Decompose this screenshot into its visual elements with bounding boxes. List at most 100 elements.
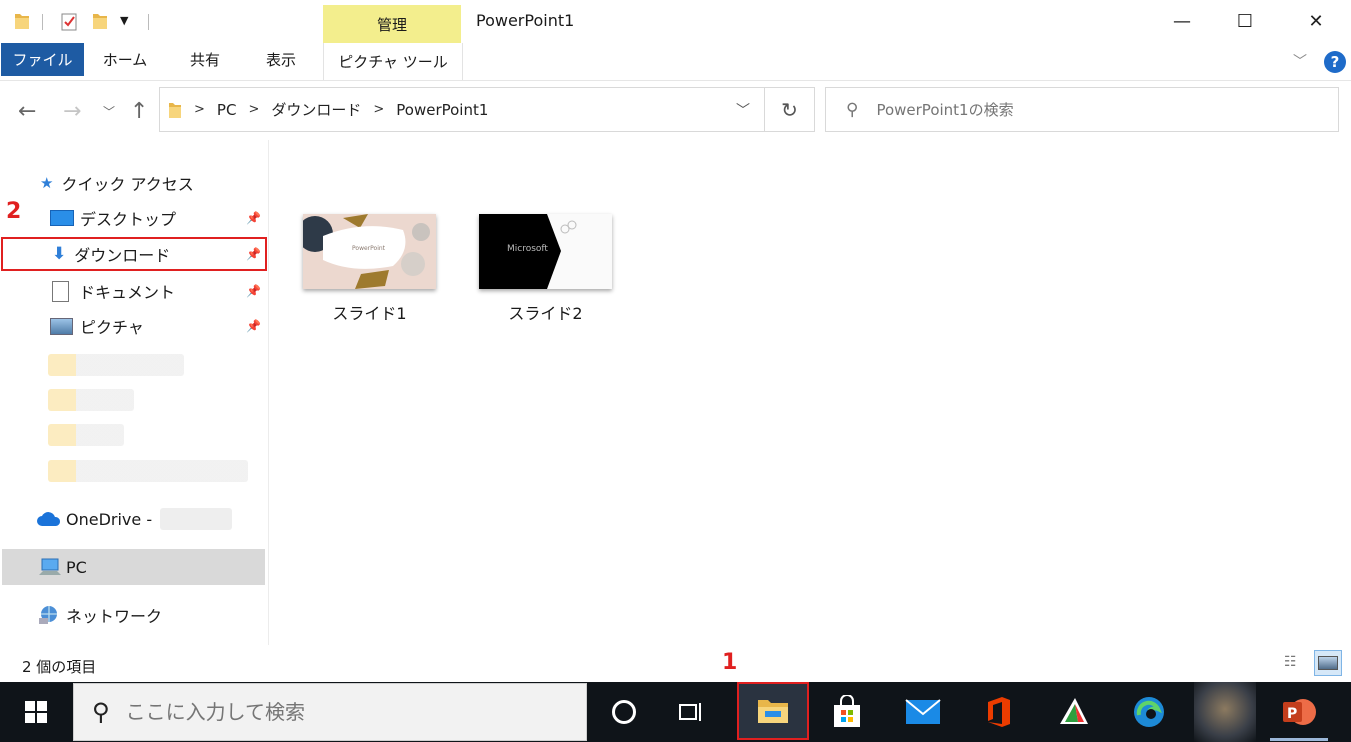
- cloud-icon: [37, 512, 61, 526]
- task-view-button[interactable]: [660, 682, 722, 742]
- svg-text:P: P: [1287, 706, 1297, 722]
- properties-icon[interactable]: [60, 11, 78, 31]
- tab-share[interactable]: 共有: [176, 43, 234, 76]
- close-button[interactable]: ✕: [1286, 0, 1346, 43]
- snipping-tool-icon: [1060, 698, 1088, 724]
- sidebar-item-pictures[interactable]: ピクチャ 📌: [0, 309, 268, 343]
- qat-customize-icon[interactable]: ▼: [120, 14, 128, 27]
- sidebar-item-downloads[interactable]: ⬇ ダウンロード 📌: [1, 237, 267, 271]
- breadcrumb-powerpoint1[interactable]: PowerPoint1: [396, 101, 488, 119]
- navigation-pane: ★ クイック アクセス デスクトップ 📌 ⬇ ダウンロード 📌 ドキュメント 📌…: [0, 140, 269, 645]
- mail-icon: [905, 699, 941, 724]
- pin-icon[interactable]: 📌: [246, 284, 261, 298]
- tab-picture-tools[interactable]: ピクチャ ツール: [323, 43, 463, 80]
- taskbar-app-store[interactable]: [816, 682, 878, 742]
- file-thumbnail-slide2[interactable]: Microsoft: [479, 214, 612, 289]
- powerpoint-icon: P: [1283, 699, 1316, 725]
- pin-icon[interactable]: 📌: [246, 247, 261, 261]
- file-name-slide2[interactable]: スライド2: [479, 300, 612, 324]
- search-icon: ⚲: [92, 698, 110, 726]
- breadcrumb-downloads[interactable]: ダウンロード: [271, 99, 361, 120]
- file-thumbnail-slide1[interactable]: PowerPoint: [303, 214, 436, 289]
- ribbon-tabs: ファイル ホーム 共有 表示 ピクチャ ツール ﹀ ?: [0, 43, 1351, 81]
- refresh-button[interactable]: ↻: [765, 87, 815, 132]
- pin-icon[interactable]: 📌: [246, 211, 261, 225]
- help-icon[interactable]: ?: [1324, 51, 1346, 73]
- qat-divider: [42, 14, 43, 30]
- search-icon: ⚲: [846, 99, 859, 120]
- blurred-folder[interactable]: [48, 424, 124, 446]
- cortana-circle-icon: [612, 700, 636, 724]
- sidebar-item-label: デスクトップ: [80, 210, 177, 229]
- forward-arrow-icon[interactable]: →: [63, 96, 81, 126]
- taskbar-app-edge[interactable]: [1118, 682, 1180, 742]
- file-name-slide1[interactable]: スライド1: [303, 300, 436, 324]
- blurred-folder[interactable]: [48, 460, 248, 482]
- sidebar-item-label: PC: [66, 557, 87, 577]
- address-bar[interactable]: > PC > ダウンロード > PowerPoint1 ﹀: [159, 87, 765, 132]
- sidebar-item-network[interactable]: ネットワーク: [0, 598, 162, 632]
- sidebar-item-onedrive[interactable]: OneDrive -: [0, 502, 233, 536]
- chevron-down-icon[interactable]: ﹀: [736, 100, 750, 120]
- start-button[interactable]: [5, 682, 67, 742]
- maximize-button[interactable]: ☐: [1215, 0, 1275, 43]
- taskbar-search-box[interactable]: ⚲: [73, 683, 587, 741]
- download-arrow-icon: ⬇: [52, 244, 67, 264]
- title-bar: ▼ 管理 PowerPoint1 — ☐ ✕: [0, 0, 1351, 43]
- search-input[interactable]: [874, 99, 1299, 120]
- sidebar-item-label: ピクチャ: [80, 318, 144, 337]
- taskbar-app-powerpoint[interactable]: P: [1268, 682, 1330, 742]
- search-box[interactable]: ⚲: [825, 87, 1339, 132]
- cortana-button[interactable]: [593, 682, 655, 742]
- manage-tab[interactable]: 管理: [323, 5, 461, 43]
- sidebar-item-label: ドキュメント: [79, 283, 176, 302]
- folder-icon[interactable]: [13, 11, 31, 31]
- taskbar-search-input[interactable]: [123, 699, 548, 725]
- large-icons-view-icon: [1318, 656, 1338, 670]
- blurred-folder[interactable]: [48, 389, 134, 411]
- sidebar-item-label: ネットワーク: [66, 607, 163, 626]
- running-indicator: [1270, 738, 1328, 741]
- pictures-icon: [50, 317, 73, 335]
- step-number-1: 1: [722, 650, 738, 675]
- tab-home[interactable]: ホーム: [94, 43, 156, 76]
- sidebar-item-pc[interactable]: PC: [2, 549, 265, 585]
- taskbar-app-office[interactable]: [967, 682, 1029, 742]
- slide1-thumbnail-text: PowerPoint: [352, 245, 386, 252]
- taskbar-app-snipping[interactable]: [1043, 682, 1105, 742]
- new-folder-icon[interactable]: [91, 11, 109, 31]
- large-icons-view-button[interactable]: [1314, 650, 1342, 676]
- sidebar-item-quick-access[interactable]: ★ クイック アクセス: [0, 166, 194, 200]
- sidebar-item-label: ダウンロード: [74, 246, 171, 265]
- computer-icon: [39, 558, 61, 575]
- details-view-icon[interactable]: ☷: [1284, 654, 1297, 670]
- network-icon: [39, 606, 57, 624]
- taskbar-app-file-explorer[interactable]: [737, 682, 809, 740]
- minimize-button[interactable]: —: [1152, 0, 1212, 43]
- breadcrumb-pc[interactable]: PC: [217, 101, 237, 119]
- qat-divider: [148, 14, 149, 30]
- window-title: PowerPoint1: [476, 11, 575, 30]
- slide2-thumbnail-text: Microsoft: [507, 244, 548, 254]
- sidebar-item-label: クイック アクセス: [61, 175, 194, 194]
- recent-locations-icon[interactable]: ﹀: [103, 96, 115, 126]
- pin-icon[interactable]: 📌: [246, 319, 261, 333]
- windows-logo-icon: [25, 701, 47, 723]
- back-arrow-icon[interactable]: ←: [18, 96, 36, 126]
- file-explorer-icon: [758, 700, 788, 723]
- blurred-account-name: [160, 508, 233, 530]
- taskbar-app-blurred[interactable]: [1194, 682, 1256, 742]
- document-icon: [52, 280, 69, 302]
- task-view-icon: [679, 703, 701, 721]
- desktop-icon: [50, 210, 74, 226]
- up-arrow-icon[interactable]: ↑: [130, 96, 148, 126]
- tab-file[interactable]: ファイル: [1, 43, 84, 76]
- tab-view[interactable]: 表示: [252, 43, 310, 76]
- sidebar-item-documents[interactable]: ドキュメント 📌: [0, 274, 268, 308]
- ribbon-expand-icon[interactable]: ﹀: [1293, 51, 1307, 71]
- taskbar-app-mail[interactable]: [892, 682, 954, 742]
- breadcrumb-separator: >: [248, 102, 260, 117]
- sidebar-item-desktop[interactable]: デスクトップ 📌: [0, 201, 268, 235]
- office-icon: [988, 697, 1010, 727]
- blurred-folder[interactable]: [48, 354, 184, 376]
